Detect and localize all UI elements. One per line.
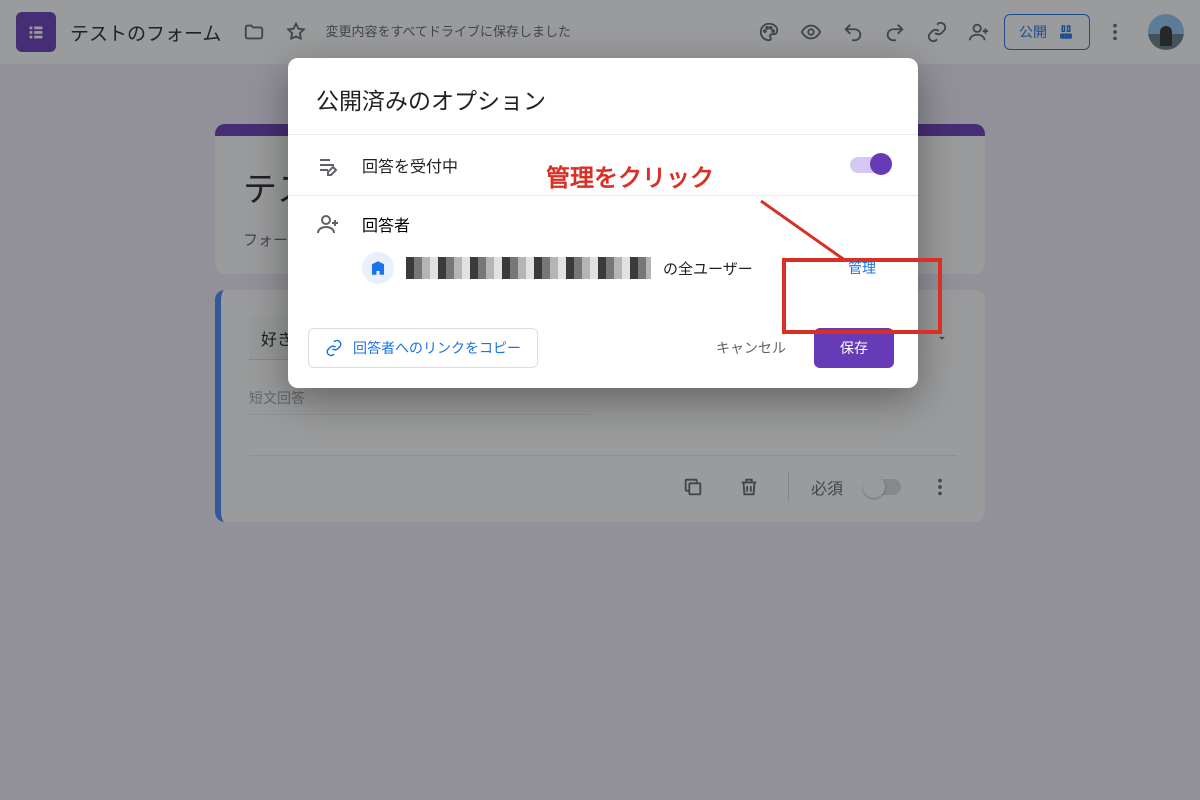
save-button[interactable]: 保存 <box>814 328 894 368</box>
org-name-redacted <box>406 257 651 279</box>
edit-icon <box>316 153 340 177</box>
copy-link-button[interactable]: 回答者へのリンクをコピー <box>308 328 538 368</box>
publish-options-dialog: 公開済みのオプション 回答を受付中 回答者 の全ユーザー 管理 回答者へのリンク… <box>288 58 918 388</box>
accepting-label: 回答を受付中 <box>362 153 458 177</box>
responders-label: 回答者 <box>362 212 410 236</box>
cancel-button[interactable]: キャンセル <box>706 330 796 366</box>
annotation-text: 管理をクリック <box>546 158 714 193</box>
person-add-icon <box>316 212 340 236</box>
link-icon <box>325 339 343 357</box>
building-icon <box>362 252 394 284</box>
accepting-toggle[interactable] <box>850 157 890 173</box>
annotation-box <box>782 258 942 334</box>
dialog-title: 公開済みのオプション <box>288 58 918 134</box>
copy-link-label: 回答者へのリンクをコピー <box>353 338 521 358</box>
org-suffix: の全ユーザー <box>663 258 753 279</box>
